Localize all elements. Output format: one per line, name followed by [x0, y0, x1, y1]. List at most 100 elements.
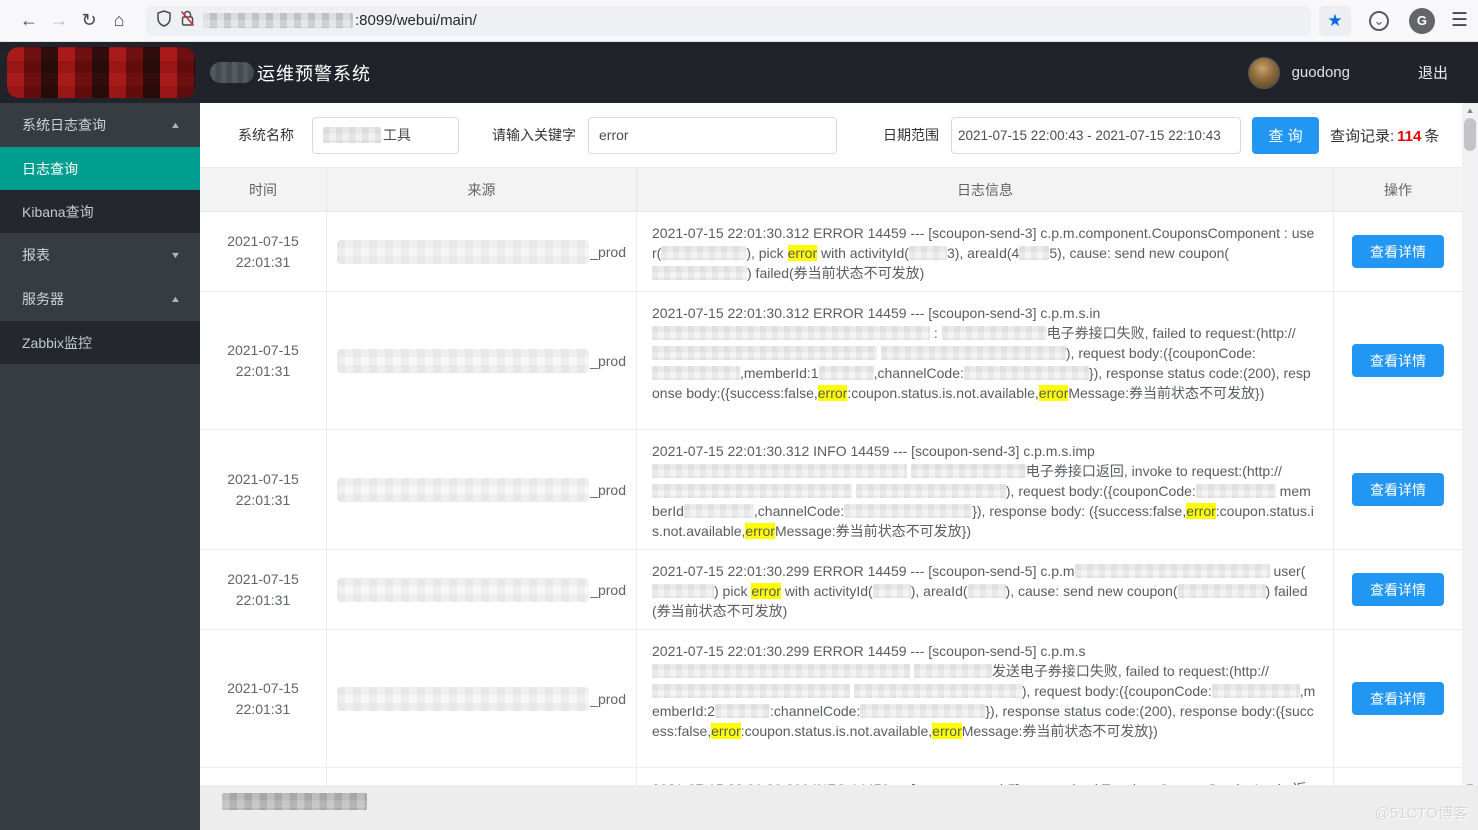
sidebar-item-server[interactable]: 服务器 ▲: [0, 277, 200, 321]
log-source: _prod: [327, 292, 637, 429]
footer-strip: @51CTO博客: [200, 785, 1478, 830]
main-panel: 系统名称 工具 请输入关键字 error 日期范围 2021-07-15 22:…: [200, 103, 1462, 830]
url-bar[interactable]: :8099/webui/main/: [146, 5, 1311, 36]
redacted-text: [880, 346, 1066, 360]
view-detail-button[interactable]: 查看详情: [1352, 682, 1444, 715]
redacted-text: [1195, 484, 1276, 498]
redacted-text: [1177, 584, 1266, 598]
redacted-text: [652, 584, 714, 598]
app-logo: [7, 47, 195, 98]
redacted-text: [963, 366, 1089, 380]
sidebar-item-label: 日志查询: [22, 160, 78, 177]
redacted-text: [941, 326, 1047, 340]
log-source: _prod: [327, 430, 637, 549]
column-header-source: 来源: [327, 168, 637, 211]
redacted-text: [860, 704, 986, 718]
source-redacted: [337, 577, 590, 602]
view-detail-button[interactable]: 查看详情: [1352, 344, 1444, 377]
browser-toolbar: ← → ↻ ⌂ :8099/webui/main/ ★ ⌄ G ☰: [0, 0, 1478, 42]
table-row: 2021-07-15 22:01:31 _prod 2021-07-15 22:01:…: [200, 550, 1462, 630]
date-range-input[interactable]: 2021-07-15 22:00:43 - 2021-07-15 22:10:4…: [951, 116, 1241, 154]
bookmark-star-icon[interactable]: ★: [1318, 5, 1351, 36]
log-message: 2021-07-15 22:01:30.299 ERROR 14459 --- …: [637, 630, 1334, 767]
view-detail-button[interactable]: 查看详情: [1352, 235, 1444, 268]
view-detail-button[interactable]: 查看详情: [1352, 573, 1444, 606]
redacted-text: [872, 584, 911, 598]
insecure-lock-icon[interactable]: [180, 10, 195, 32]
scroll-up-icon[interactable]: ▲: [1460, 103, 1478, 117]
system-name-input[interactable]: 工具: [312, 116, 459, 154]
url-host-redacted: [203, 13, 353, 28]
system-name-value: 工具: [383, 127, 411, 143]
sidebar-item-label: Kibana查询: [22, 203, 94, 220]
redacted-text: [652, 326, 930, 340]
table-body: 2021-07-15 22:01:31 _prod 2021-07-15 22:01:…: [200, 212, 1462, 785]
redacted-text: [661, 246, 747, 260]
keyword-input[interactable]: error: [588, 116, 837, 154]
logout-button[interactable]: 退出: [1418, 62, 1448, 83]
log-source: _prod: [327, 630, 637, 767]
log-message: 2021-07-15 22:01:30.312 ERROR 14459 --- …: [637, 292, 1334, 429]
home-icon[interactable]: ⌂: [104, 6, 134, 36]
redacted-text: [683, 504, 754, 518]
keyword-value: error: [599, 127, 629, 143]
scrollbar-thumb[interactable]: [1464, 118, 1476, 151]
browser-menu-icon[interactable]: ☰: [1451, 9, 1468, 32]
result-summary: 查询记录: 114 条: [1330, 125, 1439, 146]
redacted-text: [908, 246, 947, 260]
table-row: 2021-07-15 22:01:31 _prod 2021-07-15 22:01:…: [200, 212, 1462, 292]
sidebar-item-zabbix-monitor[interactable]: Zabbix监控: [0, 321, 200, 364]
redacted-text: [652, 464, 907, 478]
date-range-value: 2021-07-15 22:00:43 - 2021-07-15 22:10:4…: [958, 127, 1221, 143]
result-label: 查询记录:: [1330, 127, 1395, 145]
sidebar: 系统日志查询 ▲ 日志查询 Kibana查询报表 ▼ 服务器 ▲ Zabbix监控: [0, 103, 200, 830]
log-message: 2021-07-15 22:01:30.299 ERROR 14459 --- …: [637, 550, 1334, 629]
log-action-cell: 查看详情: [1334, 292, 1462, 429]
result-unit: 条: [1424, 127, 1440, 145]
username[interactable]: guodong: [1292, 64, 1350, 81]
log-time: 2021-07-15 22:01:31: [200, 430, 327, 549]
sidebar-item-label: Zabbix监控: [22, 334, 93, 351]
log-message: 2021-07-15 22:01:30.312 ERROR 14459 --- …: [637, 212, 1334, 291]
redacted-text: [910, 464, 1026, 478]
browser-account-avatar[interactable]: G: [1408, 7, 1435, 34]
redacted-text: [818, 366, 874, 380]
sidebar-item-label: 服务器: [22, 291, 64, 307]
system-name-redacted: [323, 127, 381, 143]
sidebar-item-report[interactable]: 报表 ▼: [0, 233, 200, 277]
sidebar-item-label: 系统日志查询: [22, 117, 106, 133]
pocket-icon[interactable]: ⌄: [1368, 10, 1389, 31]
redacted-text: [1074, 564, 1270, 578]
url-text[interactable]: :8099/webui/main/: [355, 12, 477, 29]
sidebar-item-log-query[interactable]: 日志查询: [0, 147, 200, 190]
query-bar: 系统名称 工具 请输入关键字 error 日期范围 2021-07-15 22:…: [200, 103, 1462, 168]
sidebar-item-kibana-query[interactable]: Kibana查询: [0, 190, 200, 233]
log-action-cell: [1334, 768, 1462, 785]
watermark: @51CTO博客: [1374, 805, 1468, 822]
source-redacted: [337, 686, 590, 711]
browser-actions: ★ ⌄ G ☰: [1318, 5, 1468, 36]
log-message: 2021-07-15 22:01:30.312 INFO 14459 --- […: [637, 430, 1334, 549]
back-icon[interactable]: ←: [14, 6, 44, 36]
source-redacted: [337, 239, 590, 264]
redacted-text: [967, 584, 1006, 598]
scrollbar[interactable]: ▲ ▼: [1462, 103, 1478, 793]
table-header: 时间 来源 日志信息 操作: [200, 168, 1462, 212]
log-action-cell: 查看详情: [1334, 630, 1462, 767]
shield-icon[interactable]: [156, 9, 172, 32]
forward-icon[interactable]: →: [44, 6, 74, 36]
log-time: 2021-07-15 22:01:31: [200, 212, 327, 291]
redacted-text: [1019, 246, 1050, 260]
log-source: _prod: [327, 550, 637, 629]
log-message: 2021-07-15 22:01:30.299 INFO 14459 --- […: [637, 768, 1334, 785]
source-redacted: [337, 477, 590, 502]
reload-icon[interactable]: ↻: [74, 6, 104, 36]
title-prefix-redacted: [210, 62, 254, 83]
column-header-time: 时间: [200, 168, 327, 211]
redacted-text: [1211, 684, 1300, 698]
search-button[interactable]: 查 询: [1252, 116, 1319, 154]
sidebar-item-system-log-query[interactable]: 系统日志查询 ▲: [0, 103, 200, 147]
user-avatar[interactable]: [1247, 56, 1280, 89]
table-row: 2021-07-15 22:01:31 _prod 2021-07-15 22:01:…: [200, 292, 1462, 430]
view-detail-button[interactable]: 查看详情: [1352, 473, 1444, 506]
